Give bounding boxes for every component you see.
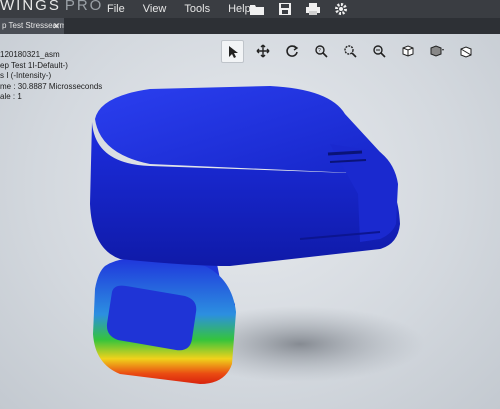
select-arrow-icon[interactable]: [221, 40, 244, 63]
menu-file[interactable]: File: [107, 0, 125, 18]
vent-slot: [327, 150, 363, 156]
view-toolbar: ?: [221, 40, 476, 63]
info-line-time: me : 30.8887 Microsseconds: [0, 81, 103, 91]
main-menu: File View Tools Help: [107, 0, 251, 18]
info-line-assembly: 120180321_asm: [0, 50, 60, 59]
svg-text:?: ?: [318, 48, 321, 54]
save-icon[interactable]: [276, 0, 294, 18]
view-cube-icon[interactable]: [397, 40, 418, 61]
menu-tools[interactable]: Tools: [184, 0, 210, 18]
3d-viewport[interactable]: 120180321_asm ep Test 1I-Default-) s I (…: [0, 34, 500, 409]
info-line-step: ep Test 1I-Default-): [0, 60, 68, 70]
info-line-result: s I (-Intensity-): [0, 71, 52, 80]
document-tab[interactable]: p Test Stressearm ✕: [0, 18, 64, 34]
rotate-icon[interactable]: [281, 40, 302, 61]
display-style-icon[interactable]: [426, 40, 447, 61]
gear-icon[interactable]: [332, 0, 350, 18]
menu-view[interactable]: View: [143, 0, 167, 18]
close-icon[interactable]: ✕: [52, 18, 60, 34]
move-icon[interactable]: [252, 40, 273, 61]
brand-suffix: PRO: [64, 0, 104, 14]
print-icon[interactable]: [304, 0, 322, 18]
zoom-icon[interactable]: [368, 40, 389, 61]
zoom-window-icon[interactable]: [339, 40, 360, 61]
document-tab-strip: p Test Stressearm ✕: [0, 18, 500, 34]
section-view-icon[interactable]: [455, 40, 476, 61]
app-logo: WINGS PRO: [0, 0, 103, 14]
info-line-scale: ale : 1: [0, 92, 22, 101]
brand-name: WINGS: [0, 0, 61, 14]
zoom-fit-icon[interactable]: ?: [310, 40, 331, 61]
quick-toolbar: [248, 0, 350, 18]
menu-bar: WINGS PRO File View Tools Help: [0, 0, 500, 18]
open-folder-icon[interactable]: [248, 0, 266, 18]
result-info-overlay: 120180321_asm ep Test 1I-Default-) s I (…: [0, 50, 102, 103]
